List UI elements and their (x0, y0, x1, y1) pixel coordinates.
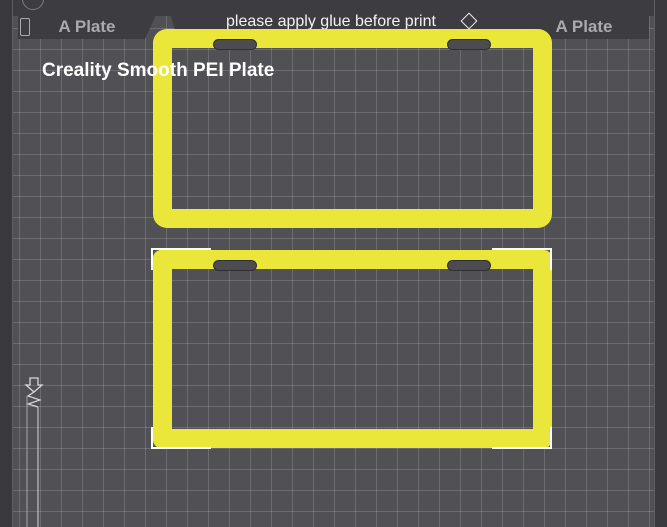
selection-corner-bottom-right (492, 427, 552, 449)
frame-1-slot-right (447, 39, 491, 50)
plate-type-label: Creality Smooth PEI Plate (42, 60, 275, 81)
plate-tab-left-label: A Plate (58, 17, 116, 36)
frame-1-slot-left (213, 39, 257, 50)
plate-tab-right-label: A Plate (555, 17, 613, 36)
frame-2-slot-left (213, 260, 257, 271)
license-plate-frame-2[interactable] (153, 250, 552, 448)
license-plate-frame-1[interactable] (153, 29, 552, 228)
selection-corner-bottom-left (151, 427, 211, 449)
z-height-marker-icon[interactable] (24, 376, 44, 527)
plate-tab-icon (20, 18, 30, 36)
frame-2-slot-right (447, 260, 491, 271)
selection-corner-top-left (151, 248, 211, 270)
plate-tab-left[interactable]: A Plate (18, 15, 156, 39)
selection-corner-top-right (492, 248, 552, 270)
plate-edge-right (654, 0, 667, 527)
plate-edge-left (0, 0, 13, 527)
